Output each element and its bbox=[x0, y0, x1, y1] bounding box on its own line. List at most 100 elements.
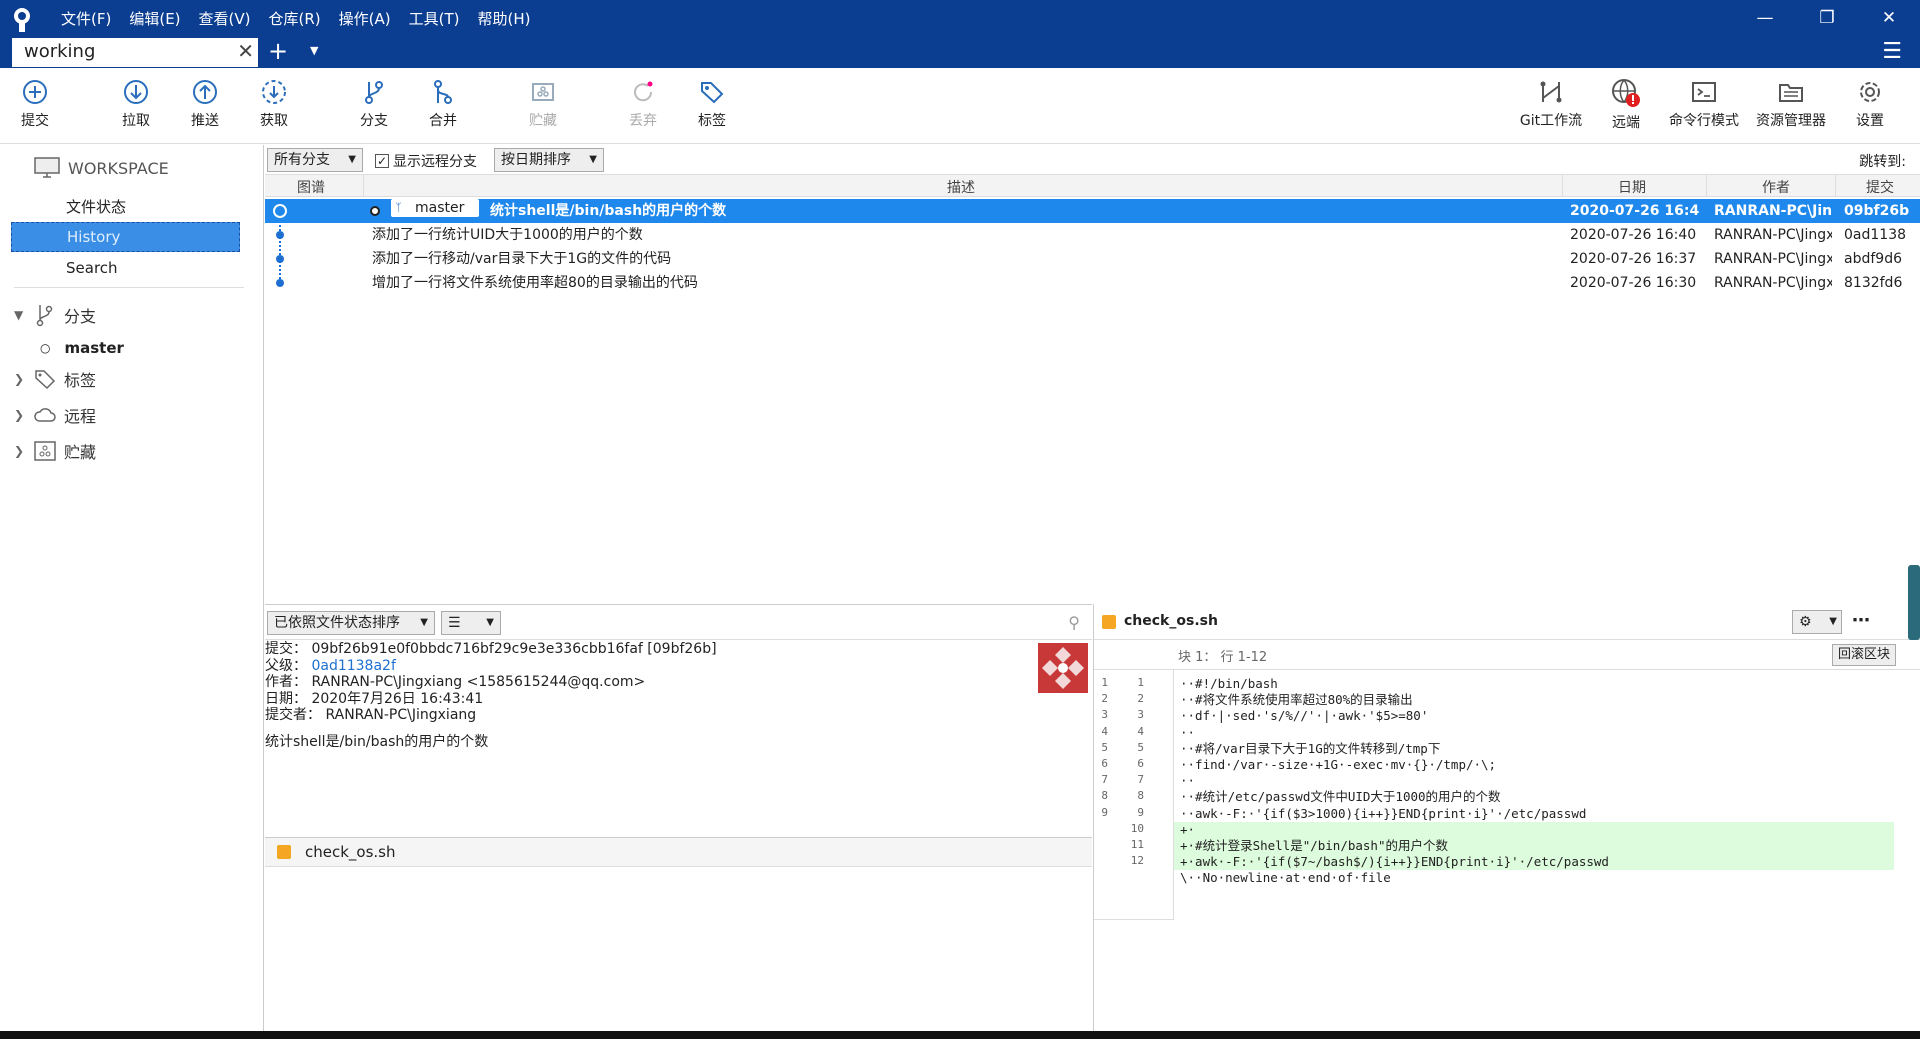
fetch-button[interactable]: 获取 bbox=[234, 78, 314, 130]
pull-button[interactable]: 拉取 bbox=[96, 78, 176, 130]
more-options-icon[interactable]: ⋯ bbox=[1852, 610, 1870, 631]
scrollbar-thumb[interactable] bbox=[1908, 565, 1920, 640]
diff-settings-dropdown[interactable]: ⚙ ▼ bbox=[1792, 610, 1842, 634]
avatar bbox=[1038, 643, 1088, 693]
col-graph[interactable]: 图谱 bbox=[297, 177, 325, 197]
new-line-number: 1 bbox=[1137, 676, 1144, 689]
menu-file[interactable]: 文件(F) bbox=[52, 9, 120, 29]
search-icon[interactable]: ⚲ bbox=[1068, 613, 1080, 632]
view-mode-dropdown[interactable]: ☰ ▼ bbox=[441, 611, 501, 635]
restore-icon[interactable]: ❐ bbox=[1796, 0, 1858, 36]
diff-line[interactable]: ·· bbox=[1174, 773, 1894, 789]
diff-line[interactable]: ··#将文件系统使用率超过80%的目录输出 bbox=[1174, 692, 1894, 708]
commit-row[interactable]: 添加了一行统计UID大于1000的用户的个数 2020-07-26 16:40 … bbox=[265, 223, 1920, 247]
commit-author: RANRAN-PC\Jingxiang bbox=[1714, 251, 1832, 267]
commit-button[interactable]: 提交 bbox=[0, 78, 75, 130]
detail-date-label: 日期： bbox=[265, 690, 307, 707]
detail-parent-link[interactable]: 0ad1138a2f bbox=[311, 658, 395, 674]
menu-repository[interactable]: 仓库(R) bbox=[260, 9, 330, 29]
commit-row[interactable]: 添加了一行移动/var目录下大于1G的文件的代码 2020-07-26 16:3… bbox=[265, 247, 1920, 271]
file-sort-dropdown[interactable]: 已依照文件状态排序 ▼ bbox=[267, 611, 435, 635]
branch-button[interactable]: 分支 bbox=[334, 78, 414, 130]
gitflow-button[interactable]: Git工作流 bbox=[1510, 78, 1592, 130]
commit-details: 提交： 09bf26b91e0f0bbdc716bf29c9e3e336cbb1… bbox=[265, 641, 1092, 835]
stash-button[interactable]: 贮藏 bbox=[503, 78, 583, 130]
close-icon[interactable]: ✕ bbox=[1858, 0, 1920, 36]
push-button[interactable]: 推送 bbox=[165, 78, 245, 130]
commit-hash: 0ad1138 bbox=[1844, 227, 1907, 243]
menu-edit[interactable]: 编辑(E) bbox=[120, 9, 189, 29]
show-remote-checkbox[interactable]: ✓ 显示远程分支 bbox=[375, 151, 477, 171]
menu-actions[interactable]: 操作(A) bbox=[330, 9, 400, 29]
col-author[interactable]: 作者 bbox=[1762, 177, 1790, 197]
hamburger-menu-icon[interactable]: ☰ bbox=[1882, 40, 1902, 64]
diff-line-added[interactable]: +· bbox=[1174, 821, 1894, 838]
repo-tab[interactable]: working ✕ bbox=[12, 38, 258, 67]
diff-line[interactable]: ··#!/bin/bash bbox=[1174, 676, 1894, 692]
new-line-number: 4 bbox=[1137, 724, 1144, 738]
gear-icon: ⚙ bbox=[1799, 614, 1812, 630]
close-tab-icon[interactable]: ✕ bbox=[237, 38, 254, 65]
tab-dropdown-icon[interactable]: ▼ bbox=[310, 44, 318, 57]
commit-hash: 8132fd6 bbox=[1844, 275, 1903, 291]
expand-chevron-down-icon[interactable]: ▼ bbox=[14, 308, 23, 322]
explorer-button[interactable]: 资源管理器 bbox=[1747, 78, 1835, 130]
branch-filter-dropdown[interactable]: 所有分支 ▼ bbox=[267, 148, 363, 172]
sidebar-remotes-header[interactable]: 远程 bbox=[34, 403, 96, 427]
changed-file-row[interactable]: check_os.sh bbox=[265, 837, 1092, 867]
tag-button[interactable]: 标签 bbox=[672, 78, 752, 130]
sidebar-stashes-header[interactable]: 贮藏 bbox=[34, 439, 96, 463]
diff-line[interactable]: ··#统计/etc/passwd文件中UID大于1000的用户的个数 bbox=[1174, 789, 1894, 805]
diff-line[interactable]: ··awk·-F:·'{if($3>1000){i++}}END{print·i… bbox=[1174, 806, 1894, 822]
sort-dropdown[interactable]: 按日期排序 ▼ bbox=[494, 148, 604, 172]
add-tab-icon[interactable]: + bbox=[268, 38, 288, 64]
gitflow-icon bbox=[1540, 81, 1562, 103]
settings-button[interactable]: 设置 bbox=[1830, 78, 1910, 130]
file-sort-label: 已依照文件状态排序 bbox=[274, 615, 400, 631]
commit-row[interactable]: 增加了一行将文件系统使用率超80的目录输出的代码 2020-07-26 16:3… bbox=[265, 271, 1920, 295]
col-commit[interactable]: 提交 bbox=[1866, 177, 1894, 197]
tag-label: 标签 bbox=[698, 113, 726, 129]
expand-chevron-right-icon[interactable]: ❯ bbox=[14, 408, 24, 422]
monitor-icon bbox=[34, 157, 60, 178]
diff-line[interactable]: \··No·newline·at·end·of·file bbox=[1174, 870, 1894, 886]
menu-view[interactable]: 查看(V) bbox=[190, 9, 260, 29]
sidebar-tags-header[interactable]: 标签 bbox=[34, 367, 96, 391]
col-date[interactable]: 日期 bbox=[1618, 177, 1646, 197]
menu-help[interactable]: 帮助(H) bbox=[468, 9, 539, 29]
sidebar-item-file-status[interactable]: 文件状态 bbox=[66, 196, 126, 217]
new-line-number: 3 bbox=[1137, 708, 1144, 722]
diff-line-added[interactable]: +·awk·-F:·'{if($7~/bash$/){i++}}END{prin… bbox=[1174, 854, 1894, 871]
diff-line[interactable]: ·· bbox=[1174, 725, 1894, 741]
menu-tools[interactable]: 工具(T) bbox=[400, 9, 469, 29]
jump-to-label[interactable]: 跳转到: bbox=[1859, 151, 1906, 171]
explorer-label: 资源管理器 bbox=[1756, 113, 1826, 129]
commit-row[interactable]: ᛉ master 统计shell是/bin/bash的用户的个数 2020-07-… bbox=[265, 199, 1920, 223]
window-controls: — ❐ ✕ bbox=[1734, 0, 1920, 36]
sidebar: WORKSPACE 文件状态 History Search ▼ 分支 ○ mas… bbox=[0, 145, 264, 1031]
sidebar-branches-header[interactable]: 分支 bbox=[34, 303, 96, 327]
commit-date: 2020-07-26 16:40 bbox=[1570, 227, 1697, 243]
new-line-number: 11 bbox=[1130, 838, 1144, 851]
sidebar-branch-master[interactable]: ○ master bbox=[40, 339, 124, 357]
diff-line[interactable]: ··#将/var目录下大于1G的文件转移到/tmp下 bbox=[1174, 741, 1894, 757]
remote-button[interactable]: 远端 bbox=[1586, 78, 1666, 132]
merge-button[interactable]: 合并 bbox=[403, 78, 483, 130]
minimize-icon[interactable]: — bbox=[1734, 0, 1796, 36]
sidebar-item-history[interactable]: History bbox=[11, 222, 240, 252]
col-description[interactable]: 描述 bbox=[947, 177, 975, 197]
expand-chevron-right-icon[interactable]: ❯ bbox=[14, 444, 24, 458]
revert-hunk-button[interactable]: 回滚区块 bbox=[1832, 644, 1897, 666]
commit-author: RANRAN-PC\Jingxiang bbox=[1714, 203, 1832, 219]
diff-line[interactable]: ··find·/var·-size·+1G·-exec·mv·{}·/tmp/·… bbox=[1174, 757, 1894, 773]
expand-chevron-right-icon[interactable]: ❯ bbox=[14, 372, 24, 386]
sidebar-item-search[interactable]: Search bbox=[66, 259, 118, 277]
diff-filename: check_os.sh bbox=[1124, 613, 1218, 629]
diff-line-added[interactable]: +·#统计登录Shell是"/bin/bash"的用户个数 bbox=[1174, 838, 1894, 854]
terminal-button[interactable]: 命令行模式 bbox=[1660, 78, 1748, 130]
diff-line[interactable]: ··df·|·sed·'s/%//'·|·awk·'$5>=80' bbox=[1174, 708, 1894, 724]
branch-label-master[interactable]: ᛉ master bbox=[391, 199, 479, 217]
old-line-number: 5 bbox=[1101, 740, 1108, 754]
head-marker-icon bbox=[370, 206, 380, 216]
discard-button[interactable]: 丢弃 bbox=[603, 78, 683, 130]
